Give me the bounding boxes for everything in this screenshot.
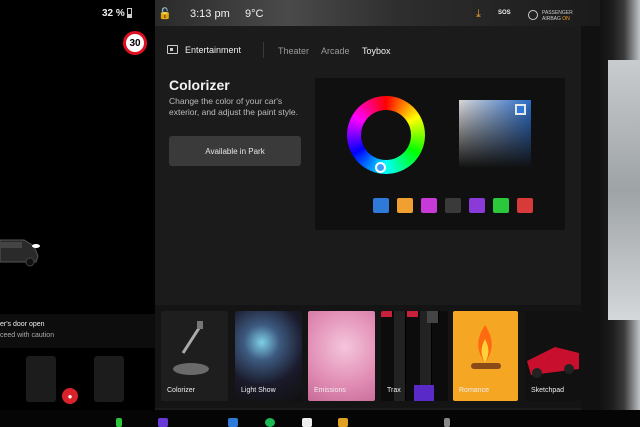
app-tile-romance[interactable]: Romance	[453, 311, 518, 401]
airbag-state: ON	[562, 16, 570, 22]
color-swatch[interactable]	[445, 198, 461, 213]
outside-temperature: 9°C	[245, 8, 264, 20]
app-tile-trax[interactable]: Trax	[381, 311, 448, 401]
sos-button[interactable]: SOS	[498, 10, 511, 16]
app-tile-sketchpad[interactable]: Sketchpad	[525, 311, 581, 401]
airbag-label-2: AIRBAG	[542, 16, 561, 22]
alert-subtitle: ceed with caution	[0, 332, 55, 339]
dock-bar	[0, 410, 640, 427]
screen-bezel-right	[600, 0, 640, 427]
calendar-icon[interactable]	[302, 418, 312, 427]
hue-handle[interactable]	[375, 162, 386, 173]
passenger-airbag-icon	[528, 10, 538, 20]
saturation-handle[interactable]	[515, 104, 526, 115]
download-icon[interactable]: ⤓	[476, 8, 481, 21]
car-icon	[0, 239, 40, 267]
phone-icon[interactable]	[116, 418, 122, 427]
toybox-icon[interactable]	[338, 418, 348, 427]
driving-visualization-panel	[0, 26, 155, 410]
car-window-background	[608, 60, 640, 320]
trax-key	[407, 311, 419, 317]
clock: 3:13 pm	[190, 8, 230, 20]
trax-note	[414, 385, 434, 401]
battery-percentage: 32 %	[102, 8, 125, 19]
tab-theater[interactable]: Theater	[278, 46, 309, 56]
nav-divider	[263, 42, 264, 58]
tab-arcade[interactable]: Arcade	[321, 46, 350, 56]
app-label: Colorizer	[167, 387, 196, 394]
alert-title: er's door open	[0, 321, 45, 328]
spotify-icon[interactable]	[265, 418, 275, 427]
speed-limit-sign: 30	[123, 31, 147, 55]
app-tile-emissions[interactable]: Emissions	[308, 311, 375, 401]
color-swatch[interactable]	[517, 198, 533, 213]
app-icon[interactable]	[228, 418, 238, 427]
volume-icon[interactable]	[444, 418, 450, 427]
drive-control-button[interactable]	[94, 356, 124, 402]
microphone-icon[interactable]: ●	[62, 388, 78, 404]
available-in-park-button[interactable]: Available in Park	[169, 136, 301, 166]
feature-description: Change the color of your car's exterior,…	[169, 96, 298, 117]
app-label: Light Show	[241, 387, 276, 394]
app-tile-colorizer[interactable]: Colorizer	[161, 311, 228, 401]
app-label: Trax	[387, 387, 401, 394]
tab-toybox[interactable]: Toybox	[362, 46, 391, 56]
app-icon[interactable]	[158, 418, 168, 427]
app-tile-light-show[interactable]: Light Show	[235, 311, 302, 401]
color-swatch[interactable]	[421, 198, 437, 213]
panel-edge	[581, 26, 600, 410]
hue-ring[interactable]	[347, 96, 425, 174]
color-swatch[interactable]	[397, 198, 413, 213]
lock-icon[interactable]: 🔓	[158, 7, 172, 20]
entertainment-icon	[167, 45, 178, 54]
feature-title: Colorizer	[169, 77, 230, 93]
passenger-airbag-status: PASSENGER AIRBAG ON	[542, 10, 573, 22]
trax-key	[381, 311, 393, 317]
section-title: Entertainment	[185, 45, 242, 55]
color-swatch[interactable]	[373, 198, 389, 213]
drive-control-button[interactable]	[26, 356, 56, 402]
app-label: Emissions	[314, 387, 346, 394]
app-label: Romance	[459, 387, 489, 394]
color-swatch[interactable]	[493, 198, 509, 213]
color-swatch[interactable]	[469, 198, 485, 213]
door-open-alert	[0, 314, 155, 348]
app-label: Sketchpad	[531, 387, 565, 394]
trax-key	[427, 311, 439, 323]
battery-icon	[127, 8, 132, 18]
